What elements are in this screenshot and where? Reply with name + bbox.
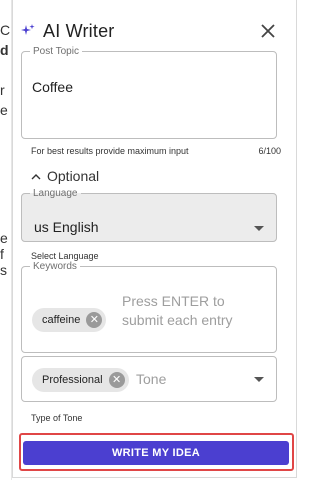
optional-toggle[interactable]: Optional	[31, 168, 99, 184]
post-topic-label: Post Topic	[33, 46, 79, 57]
background-text-fragment: r	[0, 82, 5, 98]
tone-select[interactable]: Professional ✕ Tone	[21, 356, 277, 402]
background-page-edge: C d r e e f s	[0, 0, 12, 480]
chevron-up-icon	[31, 173, 41, 179]
background-text-fragment: C	[0, 22, 11, 38]
keywords-field[interactable]: Keywords caffeine ✕ Press ENTER to submi…	[21, 261, 277, 353]
language-helper: Select Language	[31, 251, 99, 261]
background-text-fragment: s	[0, 262, 7, 278]
optional-label: Optional	[47, 168, 100, 184]
language-select[interactable]: Language us English	[21, 188, 277, 242]
remove-chip-icon[interactable]: ✕	[108, 372, 125, 388]
background-text-fragment: e	[0, 102, 8, 118]
background-text-fragment: e	[0, 230, 8, 246]
tone-helper: Type of Tone	[31, 413, 83, 423]
tone-chip-label: Professional	[42, 374, 103, 386]
caret-down-icon[interactable]	[254, 226, 264, 231]
caret-down-icon[interactable]	[254, 377, 264, 382]
tone-placeholder[interactable]: Tone	[136, 371, 166, 387]
write-my-idea-button[interactable]: WRITE MY IDEA	[23, 441, 289, 465]
character-counter: 6/100	[258, 146, 281, 156]
remove-chip-icon[interactable]: ✕	[86, 312, 103, 328]
post-topic-helper-row: For best results provide maximum input 6…	[31, 146, 281, 156]
panel-header: AI Writer	[21, 18, 291, 44]
post-topic-helper: For best results provide maximum input	[31, 146, 189, 156]
keyword-chip[interactable]: caffeine ✕	[32, 308, 107, 332]
panel-title: AI Writer	[43, 20, 115, 41]
sparkle-icon	[21, 24, 35, 35]
background-text-fragment: d	[0, 42, 9, 58]
language-label: Language	[33, 188, 78, 199]
language-value: us English	[34, 219, 99, 235]
post-topic-field[interactable]: Post Topic Coffee	[21, 46, 277, 139]
ai-writer-panel: AI Writer Post Topic Coffee For best res…	[12, 0, 297, 478]
tone-chip[interactable]: Professional ✕	[32, 368, 129, 392]
background-text-fragment: f	[0, 246, 4, 262]
post-topic-value[interactable]: Coffee	[32, 79, 73, 95]
keywords-label: Keywords	[33, 261, 77, 272]
close-icon[interactable]	[257, 20, 279, 42]
keyword-chip-label: caffeine	[42, 314, 81, 326]
keywords-placeholder[interactable]: Press ENTER to submit each entry	[122, 292, 262, 330]
